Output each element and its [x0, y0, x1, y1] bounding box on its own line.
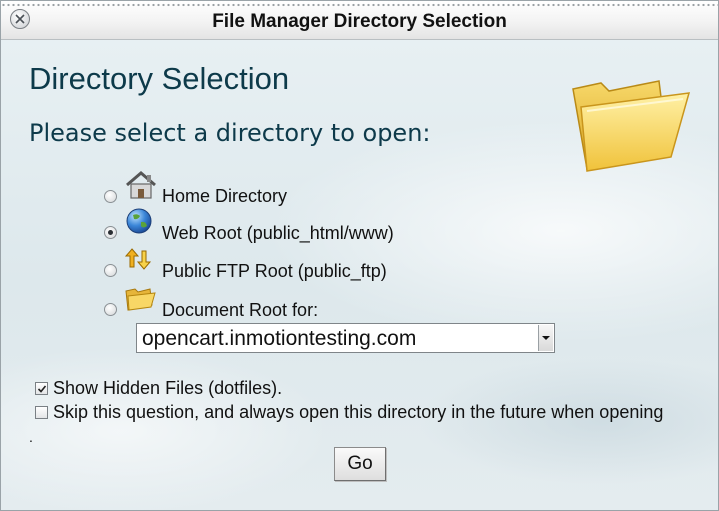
radio-document-root[interactable]	[104, 303, 117, 316]
radio-public-ftp-root[interactable]	[104, 264, 117, 277]
go-button[interactable]: Go	[334, 447, 386, 481]
page-subtitle: Please select a directory to open:	[29, 119, 431, 147]
house-icon	[126, 171, 156, 199]
trailing-text: .	[29, 429, 33, 445]
ftp-arrows-icon	[124, 248, 152, 270]
checkmark-icon	[37, 385, 47, 393]
page-title: Directory Selection	[29, 61, 290, 96]
document-root-select-value: opencart.inmotiontesting.com	[142, 327, 417, 350]
radio-web-root[interactable]	[104, 226, 117, 239]
option-label: Home Directory	[162, 186, 288, 206]
open-folder-icon	[572, 80, 691, 172]
document-root-select[interactable]: opencart.inmotiontesting.com	[136, 323, 555, 353]
radio-home-directory[interactable]	[104, 190, 117, 203]
chevron-down-icon[interactable]	[538, 325, 553, 351]
folder-icon	[125, 288, 156, 311]
title-bar[interactable]: File Manager Directory Selection	[1, 1, 718, 40]
globe-icon	[126, 208, 152, 234]
window-title: File Manager Directory Selection	[212, 11, 507, 32]
skip-question-label: Skip this question, and always open this…	[53, 402, 664, 422]
option-label: Document Root for:	[162, 300, 319, 320]
show-hidden-files-checkbox[interactable]	[35, 382, 48, 395]
show-hidden-files-label: Show Hidden Files (dotfiles).	[53, 378, 283, 398]
option-label: Web Root (public_html/www)	[162, 223, 394, 243]
skip-question-checkbox[interactable]	[35, 406, 48, 419]
directory-selection-dialog: File Manager Directory Selection Directo…	[0, 0, 719, 511]
option-label: Public FTP Root (public_ftp)	[162, 261, 387, 281]
